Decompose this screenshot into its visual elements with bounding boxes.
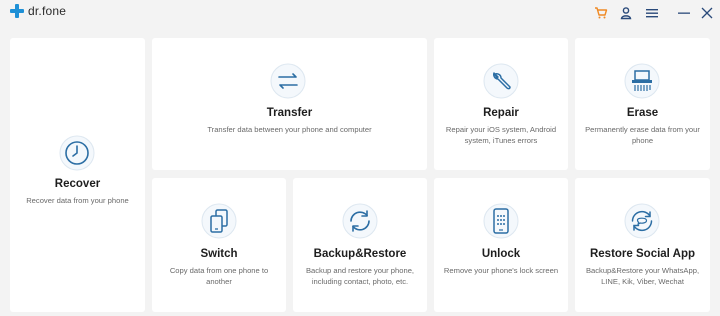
unlock-desc: Remove your phone's lock screen [443, 266, 559, 275]
sync-icon [341, 202, 379, 240]
erase-card[interactable]: Erase Permanently erase data from your p… [575, 38, 710, 170]
recover-desc: Recover data from your phone [26, 196, 129, 205]
repair-card[interactable]: Repair Repair your iOS system, Android s… [434, 38, 568, 170]
transfer-desc: Transfer data between your phone and com… [207, 125, 372, 134]
restore-social-app-desc: Backup&Restore your WhatsApp, LINE, Kik,… [585, 266, 700, 286]
backup-restore-card[interactable]: Backup&Restore Backup and restore your p… [293, 178, 427, 312]
minimize-button[interactable] [675, 4, 693, 22]
wrench-icon [482, 62, 520, 100]
social-restore-icon [623, 202, 661, 240]
shredder-icon [623, 62, 661, 100]
unlock-title: Unlock [481, 248, 521, 260]
user-button[interactable] [617, 4, 635, 22]
app-name: dr.fone [28, 4, 67, 18]
switch-card[interactable]: Switch Copy data from one phone to anoth… [152, 178, 286, 312]
backup-restore-title: Backup&Restore [313, 248, 407, 260]
menu-button[interactable] [643, 4, 661, 22]
cart-icon [595, 7, 608, 19]
unlock-card[interactable]: Unlock Remove your phone's lock screen [434, 178, 568, 312]
backup-restore-desc: Backup and restore your phone, including… [305, 266, 415, 286]
erase-title: Erase [626, 107, 659, 119]
repair-title: Repair [483, 107, 519, 119]
plus-logo-icon [10, 4, 24, 18]
switch-desc: Copy data from one phone to another [169, 266, 269, 286]
transfer-card[interactable]: Transfer Transfer data between your phon… [152, 38, 427, 170]
close-icon [701, 7, 713, 19]
switch-title: Switch [200, 248, 238, 260]
phone-switch-icon [200, 202, 238, 240]
phone-keypad-icon [482, 202, 520, 240]
minimize-icon [678, 12, 690, 14]
restore-social-app-card[interactable]: Restore Social App Backup&Restore your W… [575, 178, 710, 312]
user-icon [620, 7, 632, 20]
transfer-title: Transfer [266, 107, 313, 119]
menu-icon [646, 9, 658, 18]
transfer-arrows-icon [269, 62, 307, 100]
erase-desc: Permanently erase data from your phone [585, 125, 700, 145]
clock-icon [58, 134, 96, 172]
title-bar: dr.fone [0, 0, 720, 30]
close-button[interactable] [698, 4, 716, 22]
recover-card[interactable]: Recover Recover data from your phone [10, 38, 145, 312]
cart-button[interactable] [592, 4, 610, 22]
restore-social-app-title: Restore Social App [589, 248, 696, 260]
recover-title: Recover [54, 178, 101, 190]
app-logo: dr.fone [10, 4, 66, 18]
repair-desc: Repair your iOS system, Android system, … [445, 125, 557, 145]
